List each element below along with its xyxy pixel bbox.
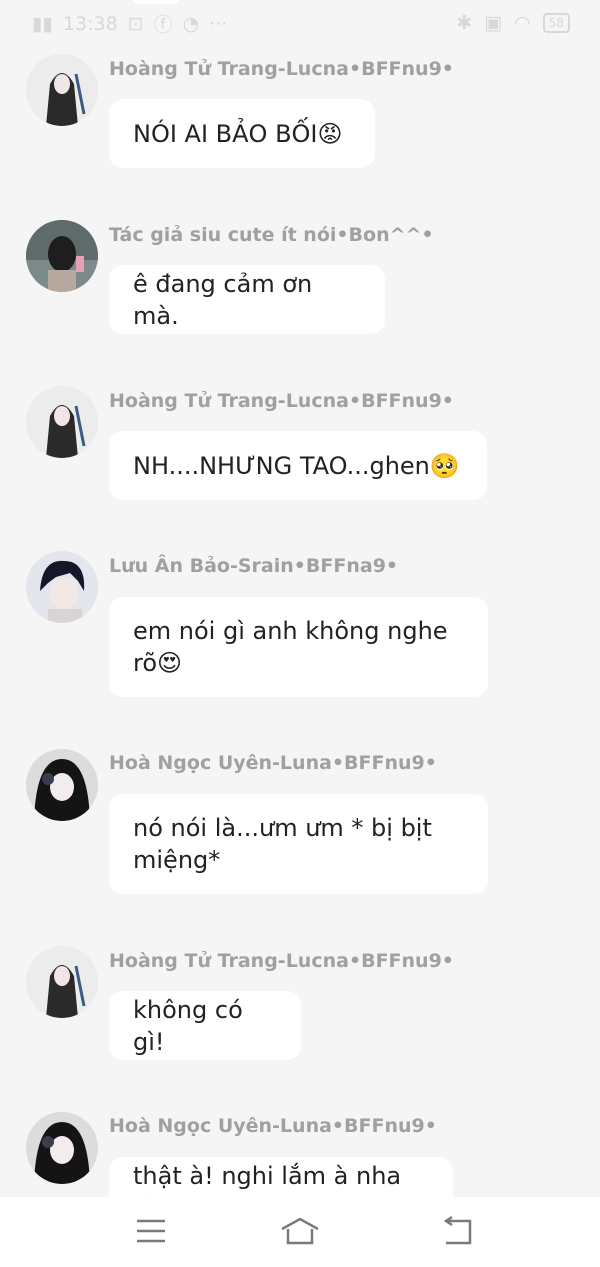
message-text: nó nói là...ưm ưm * bị bịt miệng*: [133, 814, 432, 874]
message-bubble[interactable]: NÓI AI BẢO BỐI😡: [109, 99, 375, 168]
message-text: NÓI AI BẢO BỐI😡: [133, 119, 343, 148]
status-time: 13:38: [62, 12, 118, 35]
avatar[interactable]: [26, 946, 98, 1018]
battery-icon: 58: [542, 13, 570, 33]
avatar[interactable]: [26, 551, 98, 623]
vibrate-icon: ▣: [484, 12, 503, 34]
sender-name: Tác giả siu cute ít nói•Bon^^•: [109, 224, 434, 246]
message-text: ê đang cảm ơn mà.: [133, 269, 313, 330]
status-bar: ▮▮ 13:38 ⊡ ⓕ ◔ ··· ✱ ▣ ◠ 58: [0, 0, 600, 46]
sender-name: Hoàng Tử Trang-Lucna•BFFnu9•: [109, 58, 454, 80]
notification-icon: ⊡: [127, 12, 144, 35]
wifi-icon: ◠: [514, 12, 531, 34]
avatar[interactable]: [26, 386, 98, 458]
back-icon: [443, 1215, 472, 1245]
avatar[interactable]: [26, 220, 98, 292]
message-bubble[interactable]: nó nói là...ưm ưm * bị bịt miệng*: [109, 794, 488, 894]
avatar[interactable]: [26, 54, 98, 126]
sender-name: Lưu Ân Bảo-Srain•BFFna9•: [109, 555, 399, 577]
message-text: thật à! nghi lắm à nha 😏: [133, 1161, 402, 1198]
bluetooth-icon: ✱: [456, 12, 473, 34]
back-button[interactable]: [438, 1215, 478, 1247]
facebook-icon: ⓕ: [153, 14, 173, 36]
sender-name: Hoà Ngọc Uyên-Luna•BFFnu9•: [109, 752, 437, 774]
message-text: em nói gì anh không nghe rõ😍: [133, 617, 448, 677]
message-bubble[interactable]: không có gì!: [109, 991, 301, 1060]
home-button[interactable]: [280, 1215, 320, 1247]
chat-feed[interactable]: Hoàng Tử Trang-Lucna•BFFnu9• NÓI AI BẢO …: [0, 0, 600, 1197]
message-bubble[interactable]: em nói gì anh không nghe rõ😍: [109, 597, 488, 697]
message-text: NH....NHƯNG TAO...ghen🥺: [133, 451, 460, 480]
message-bubble[interactable]: thật à! nghi lắm à nha 😏: [109, 1157, 453, 1197]
navigation-bar: [0, 1197, 600, 1267]
sender-name: Hoà Ngọc Uyên-Luna•BFFnu9•: [109, 1115, 437, 1137]
message-bubble[interactable]: ê đang cảm ơn mà.: [109, 265, 385, 334]
message-bubble[interactable]: NH....NHƯNG TAO...ghen🥺: [109, 431, 487, 500]
sender-name: Hoàng Tử Trang-Lucna•BFFnu9•: [109, 950, 454, 972]
signal-icon: ▮▮: [32, 12, 53, 35]
menu-icon: [137, 1219, 165, 1243]
messenger-icon: ◔: [182, 12, 200, 35]
more-notifications-icon: ···: [209, 12, 228, 35]
message-text: không có gì!: [133, 995, 243, 1056]
home-icon: [281, 1217, 319, 1245]
sender-name: Hoàng Tử Trang-Lucna•BFFnu9•: [109, 390, 454, 412]
avatar[interactable]: [26, 749, 98, 821]
menu-button[interactable]: [131, 1215, 171, 1247]
avatar[interactable]: [26, 1112, 98, 1184]
